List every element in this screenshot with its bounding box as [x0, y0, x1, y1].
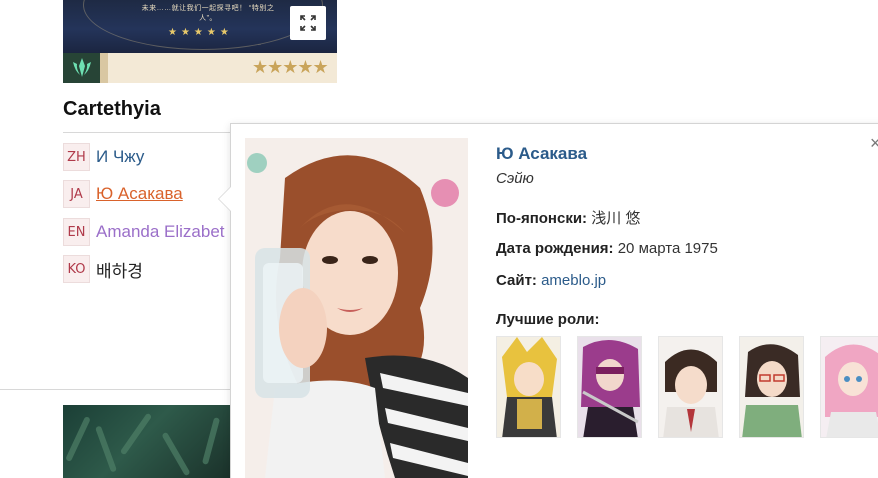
top-roles-title: Лучшие роли: — [496, 311, 600, 328]
info-label: Сайт: — [496, 272, 537, 289]
banner-stars: ★★★★★ — [168, 27, 233, 38]
voice-actor-link[interactable]: Amanda Elizabet — [96, 222, 225, 242]
aero-element-icon — [72, 58, 91, 77]
voice-actor-link[interactable]: Ю Асакава — [96, 184, 183, 204]
divider — [0, 389, 235, 390]
element-badge — [63, 53, 100, 83]
voice-actor-row-ja: JA Ю Асакава — [63, 180, 183, 208]
rarity-stars: ★★★★★ — [252, 57, 329, 77]
info-value: 浅川 悠 — [591, 210, 641, 227]
lang-tag: EN — [63, 218, 90, 246]
voice-actor-row-zh: ZH И Чжу — [63, 143, 144, 171]
voice-actor-link[interactable]: И Чжу — [96, 147, 144, 167]
site-link[interactable]: ameblo.jp — [541, 272, 606, 289]
expand-button[interactable] — [290, 6, 326, 40]
voice-actor-row-ko: KO 배하경 — [63, 255, 143, 283]
banner-caption: 未来……就让我们一起探寻吧！ “特别之人”。 — [141, 5, 275, 22]
info-site: Сайт: ameblo.jp — [496, 272, 606, 289]
expand-icon — [300, 15, 316, 31]
role-thumbnail-3[interactable] — [658, 336, 723, 438]
close-button[interactable]: × — [870, 134, 878, 152]
voice-actor-name: 배하경 — [96, 261, 143, 281]
role-thumbnail-2[interactable] — [577, 336, 642, 438]
popup-voice-actor-name[interactable]: Ю Асакава — [496, 144, 587, 164]
voice-actor-photo — [245, 138, 468, 478]
popup-voice-actor-role: Сэйю — [496, 170, 534, 187]
info-label: Дата рождения: — [496, 240, 614, 257]
lang-tag: JA — [63, 180, 90, 208]
info-japanese: По-японски: 浅川 悠 — [496, 207, 640, 228]
role-thumbnail-1[interactable] — [496, 336, 561, 438]
banner-mini-caption: ... — [258, 41, 262, 46]
role-thumbnail-5[interactable] — [820, 336, 878, 438]
voice-actor-row-en: EN Amanda Elizabet — [63, 218, 225, 246]
lang-tag: KO — [63, 255, 90, 283]
rarity-strip — [100, 53, 108, 83]
character-name: Cartethyia — [63, 98, 161, 120]
info-birthdate: Дата рождения: 20 марта 1975 — [496, 240, 718, 257]
role-thumbnail-4[interactable] — [739, 336, 804, 438]
info-value: 20 марта 1975 — [617, 240, 718, 257]
lang-tag: ZH — [63, 143, 90, 171]
next-card-image[interactable] — [63, 405, 235, 478]
info-label: По-японски: — [496, 210, 588, 227]
